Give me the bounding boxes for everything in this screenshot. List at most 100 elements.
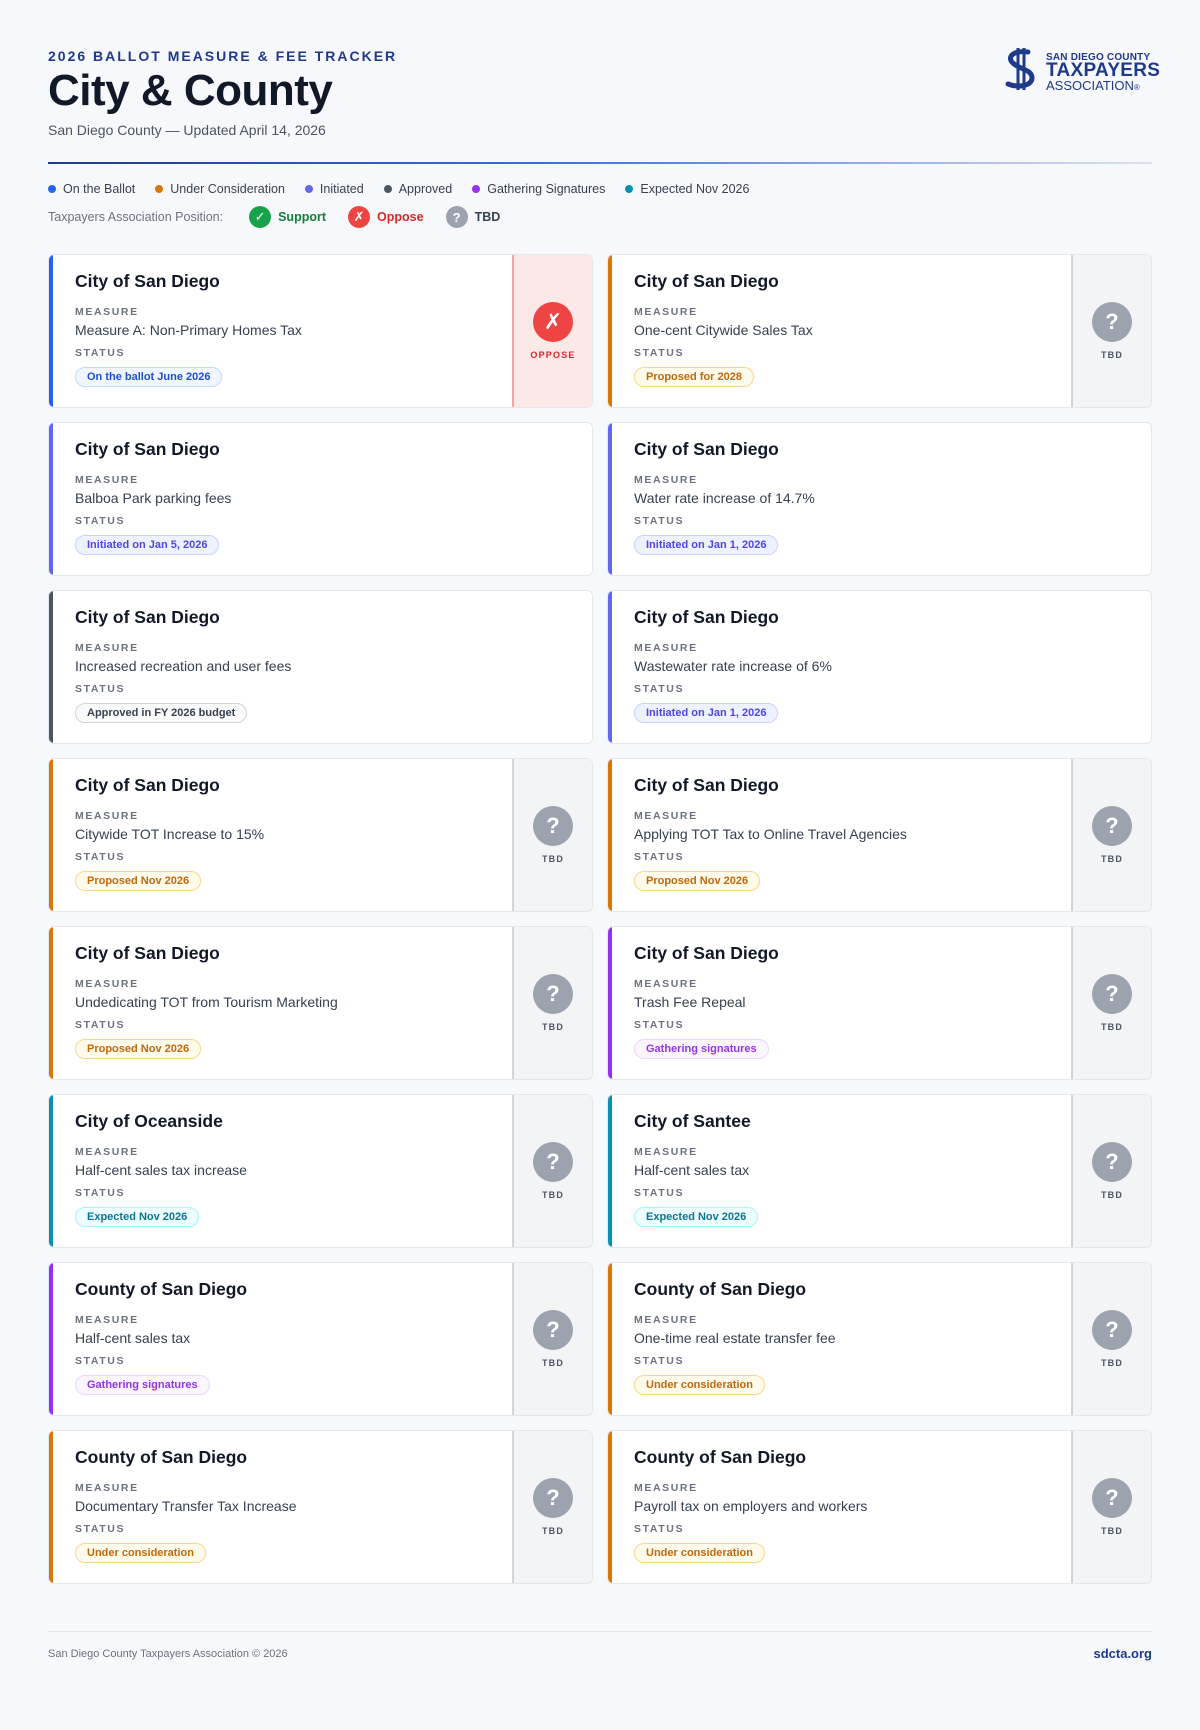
card-body: City of San Diego MEASURE Undedicating TOT… (75, 943, 502, 1059)
measure-card[interactable]: County of San Diego MEASURE One-time real … (607, 1262, 1152, 1416)
legend-item: On the Ballot (48, 182, 135, 196)
question-icon: ? (533, 1478, 573, 1518)
x-icon: ✗ (348, 206, 371, 228)
page-kicker: 2026 BALLOT MEASURE & FEE TRACKER (48, 48, 398, 64)
legend-item: Initiated (304, 182, 364, 196)
logo-line-3: ASSOCIATION® (1046, 78, 1140, 93)
status-label: STATUS (634, 1019, 685, 1031)
jurisdiction-name: City of San Diego (75, 439, 220, 459)
measure-name: Wastewater rate increase of 6% (634, 658, 832, 674)
card-body: City of San Diego MEASURE Measure A: Non-P… (75, 271, 502, 387)
card-body: City of San Diego MEASURE Wastewater rate … (634, 607, 1061, 723)
card-body: County of San Diego MEASURE Payroll tax on… (634, 1447, 1061, 1563)
measure-name: Balboa Park parking fees (75, 490, 232, 506)
question-icon: ? (1092, 806, 1132, 846)
legend-dot-icon (472, 185, 481, 193)
status-label: STATUS (75, 1019, 126, 1031)
question-icon: ? (533, 1142, 573, 1182)
measure-card[interactable]: City of Oceanside MEASURE Half-cent sales … (48, 1094, 593, 1248)
measure-card[interactable]: County of San Diego MEASURE Half-cent sale… (48, 1262, 593, 1416)
measure-card[interactable]: City of San Diego MEASURE Water rate incre… (607, 422, 1152, 576)
position-label: TBD (541, 1358, 565, 1368)
status-badge: Initiated on Jan 1, 2026 (634, 703, 779, 723)
jurisdiction-name: City of San Diego (634, 607, 779, 627)
legend-label: On the Ballot (63, 182, 136, 196)
measure-name: One-time real estate transfer fee (634, 1330, 836, 1346)
measure-card[interactable]: City of San Diego MEASURE Measure A: Non-P… (48, 254, 593, 408)
status-badge: Expected Nov 2026 (634, 1207, 759, 1227)
measure-label: MEASURE (634, 1146, 698, 1158)
card-accent-bar (608, 1431, 612, 1583)
position-label: TBD (1100, 854, 1124, 864)
measure-name: Half-cent sales tax increase (75, 1162, 247, 1178)
legend-item: Approved (383, 182, 452, 196)
card-body: City of San Diego MEASURE Citywide TOT Inc… (75, 775, 502, 891)
card-accent-bar (608, 423, 612, 575)
position-legend: Taxpayers Association Position: ✓ Support… (48, 206, 522, 228)
measure-label: MEASURE (75, 306, 139, 318)
measure-label: MEASURE (634, 474, 698, 486)
measure-label: MEASURE (75, 1146, 139, 1158)
legend-label: Gathering Signatures (487, 182, 606, 196)
status-label: STATUS (634, 1187, 685, 1199)
jurisdiction-name: City of San Diego (634, 439, 779, 459)
measure-card[interactable]: City of San Diego MEASURE Citywide TOT Inc… (48, 758, 593, 912)
question-icon: ? (1092, 302, 1132, 342)
status-label: STATUS (75, 1523, 126, 1535)
measure-label: MEASURE (634, 306, 698, 318)
legend-dot-icon (383, 185, 392, 193)
measure-label: MEASURE (634, 810, 698, 822)
measure-card[interactable]: City of San Diego MEASURE One-cent Citywid… (607, 254, 1152, 408)
question-icon: ? (1092, 974, 1132, 1014)
status-badge: Proposed Nov 2026 (634, 871, 761, 891)
card-body: City of San Diego MEASURE Applying TOT Tax… (634, 775, 1061, 891)
jurisdiction-name: City of San Diego (75, 607, 220, 627)
sdcta-logo[interactable]: SAN DIEGO COUNTY TAXPAYERS ASSOCIATION® (1002, 48, 1160, 94)
measure-card[interactable]: County of San Diego MEASURE Documentary Tr… (48, 1430, 593, 1584)
measure-name: Undedicating TOT from Tourism Marketing (75, 994, 338, 1010)
measure-card[interactable]: City of San Diego MEASURE Increased recrea… (48, 590, 593, 744)
legend-dot-icon (48, 185, 56, 193)
check-icon: ✓ (249, 206, 272, 228)
footer-link[interactable]: sdcta.org (1093, 1646, 1152, 1661)
status-badge: Initiated on Jan 1, 2026 (634, 535, 779, 555)
measure-card[interactable]: City of San Diego MEASURE Undedicating TOT… (48, 926, 593, 1080)
position-label: TBD (541, 854, 565, 864)
header-divider (48, 162, 1152, 164)
card-body: County of San Diego MEASURE One-time real … (634, 1279, 1061, 1395)
measure-card[interactable]: City of Santee MEASURE Half-cent sales tax… (607, 1094, 1152, 1248)
position-panel: ? TBD (512, 1263, 592, 1415)
measure-name: Water rate increase of 14.7% (634, 490, 815, 506)
measure-card[interactable]: City of San Diego MEASURE Trash Fee Repeal… (607, 926, 1152, 1080)
card-accent-bar (608, 927, 612, 1079)
jurisdiction-name: City of San Diego (75, 775, 220, 795)
page-title: City & County (48, 66, 333, 115)
measure-card[interactable]: City of San Diego MEASURE Applying TOT Tax… (607, 758, 1152, 912)
measure-label: MEASURE (634, 978, 698, 990)
status-badge: Proposed for 2028 (634, 367, 754, 387)
position-panel: ✗ OPPOSE (512, 255, 592, 407)
position-label: TBD (1100, 1526, 1124, 1536)
legend-label: Initiated (319, 182, 364, 196)
x-icon: ✗ (533, 302, 573, 342)
measure-card[interactable]: City of San Diego MEASURE Wastewater rate … (607, 590, 1152, 744)
jurisdiction-name: City of Oceanside (75, 1111, 223, 1131)
status-label: STATUS (75, 1187, 126, 1199)
position-label: TBD (541, 1190, 565, 1200)
question-icon: ? (533, 806, 573, 846)
question-icon: ? (533, 974, 573, 1014)
measure-label: MEASURE (75, 642, 139, 654)
measure-name: Half-cent sales tax (634, 1162, 750, 1178)
measure-card[interactable]: County of San Diego MEASURE Payroll tax on… (607, 1430, 1152, 1584)
measure-name: One-cent Citywide Sales Tax (634, 322, 813, 338)
card-body: City of San Diego MEASURE Increased recrea… (75, 607, 502, 723)
measure-card[interactable]: City of San Diego MEASURE Balboa Park park… (48, 422, 593, 576)
position-panel: ? TBD (512, 1431, 592, 1583)
position-item-tbd: ? TBD (445, 206, 500, 228)
position-panel: ? TBD (1071, 255, 1151, 407)
legend-item: Under Consideration (155, 182, 285, 196)
card-accent-bar (608, 759, 612, 911)
position-panel: ? TBD (1071, 927, 1151, 1079)
position-panel: ? TBD (512, 1095, 592, 1247)
registered-mark: ® (1133, 83, 1140, 92)
